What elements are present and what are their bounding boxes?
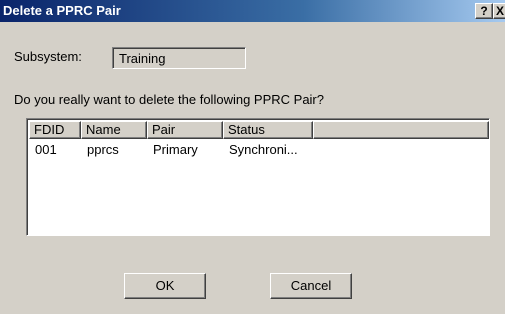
column-header-empty[interactable] — [313, 121, 489, 139]
pprc-pair-list[interactable]: FDID Name Pair Status 001 pprcs Primary … — [26, 118, 490, 236]
cell-pair: Primary — [153, 142, 198, 157]
cell-status: Synchroni... — [229, 142, 298, 157]
column-header-name[interactable]: Name — [81, 121, 147, 139]
subsystem-field: Training — [112, 47, 246, 69]
cancel-button[interactable]: Cancel — [270, 273, 352, 299]
subsystem-value: Training — [119, 51, 166, 66]
help-button[interactable]: ? — [475, 3, 493, 19]
confirmation-question: Do you really want to delete the followi… — [14, 92, 324, 107]
title-bar: Delete a PPRC Pair ? X — [0, 0, 505, 22]
column-header-pair[interactable]: Pair — [147, 121, 223, 139]
column-header-status[interactable]: Status — [223, 121, 313, 139]
close-button[interactable]: X — [493, 3, 505, 19]
cell-name: pprcs — [87, 142, 119, 157]
column-header-fdid[interactable]: FDID — [29, 121, 81, 139]
cell-fdid: 001 — [35, 142, 57, 157]
subsystem-label: Subsystem: — [14, 49, 82, 64]
list-header: FDID Name Pair Status — [29, 121, 489, 139]
window-title: Delete a PPRC Pair — [3, 3, 121, 18]
ok-button[interactable]: OK — [124, 273, 206, 299]
